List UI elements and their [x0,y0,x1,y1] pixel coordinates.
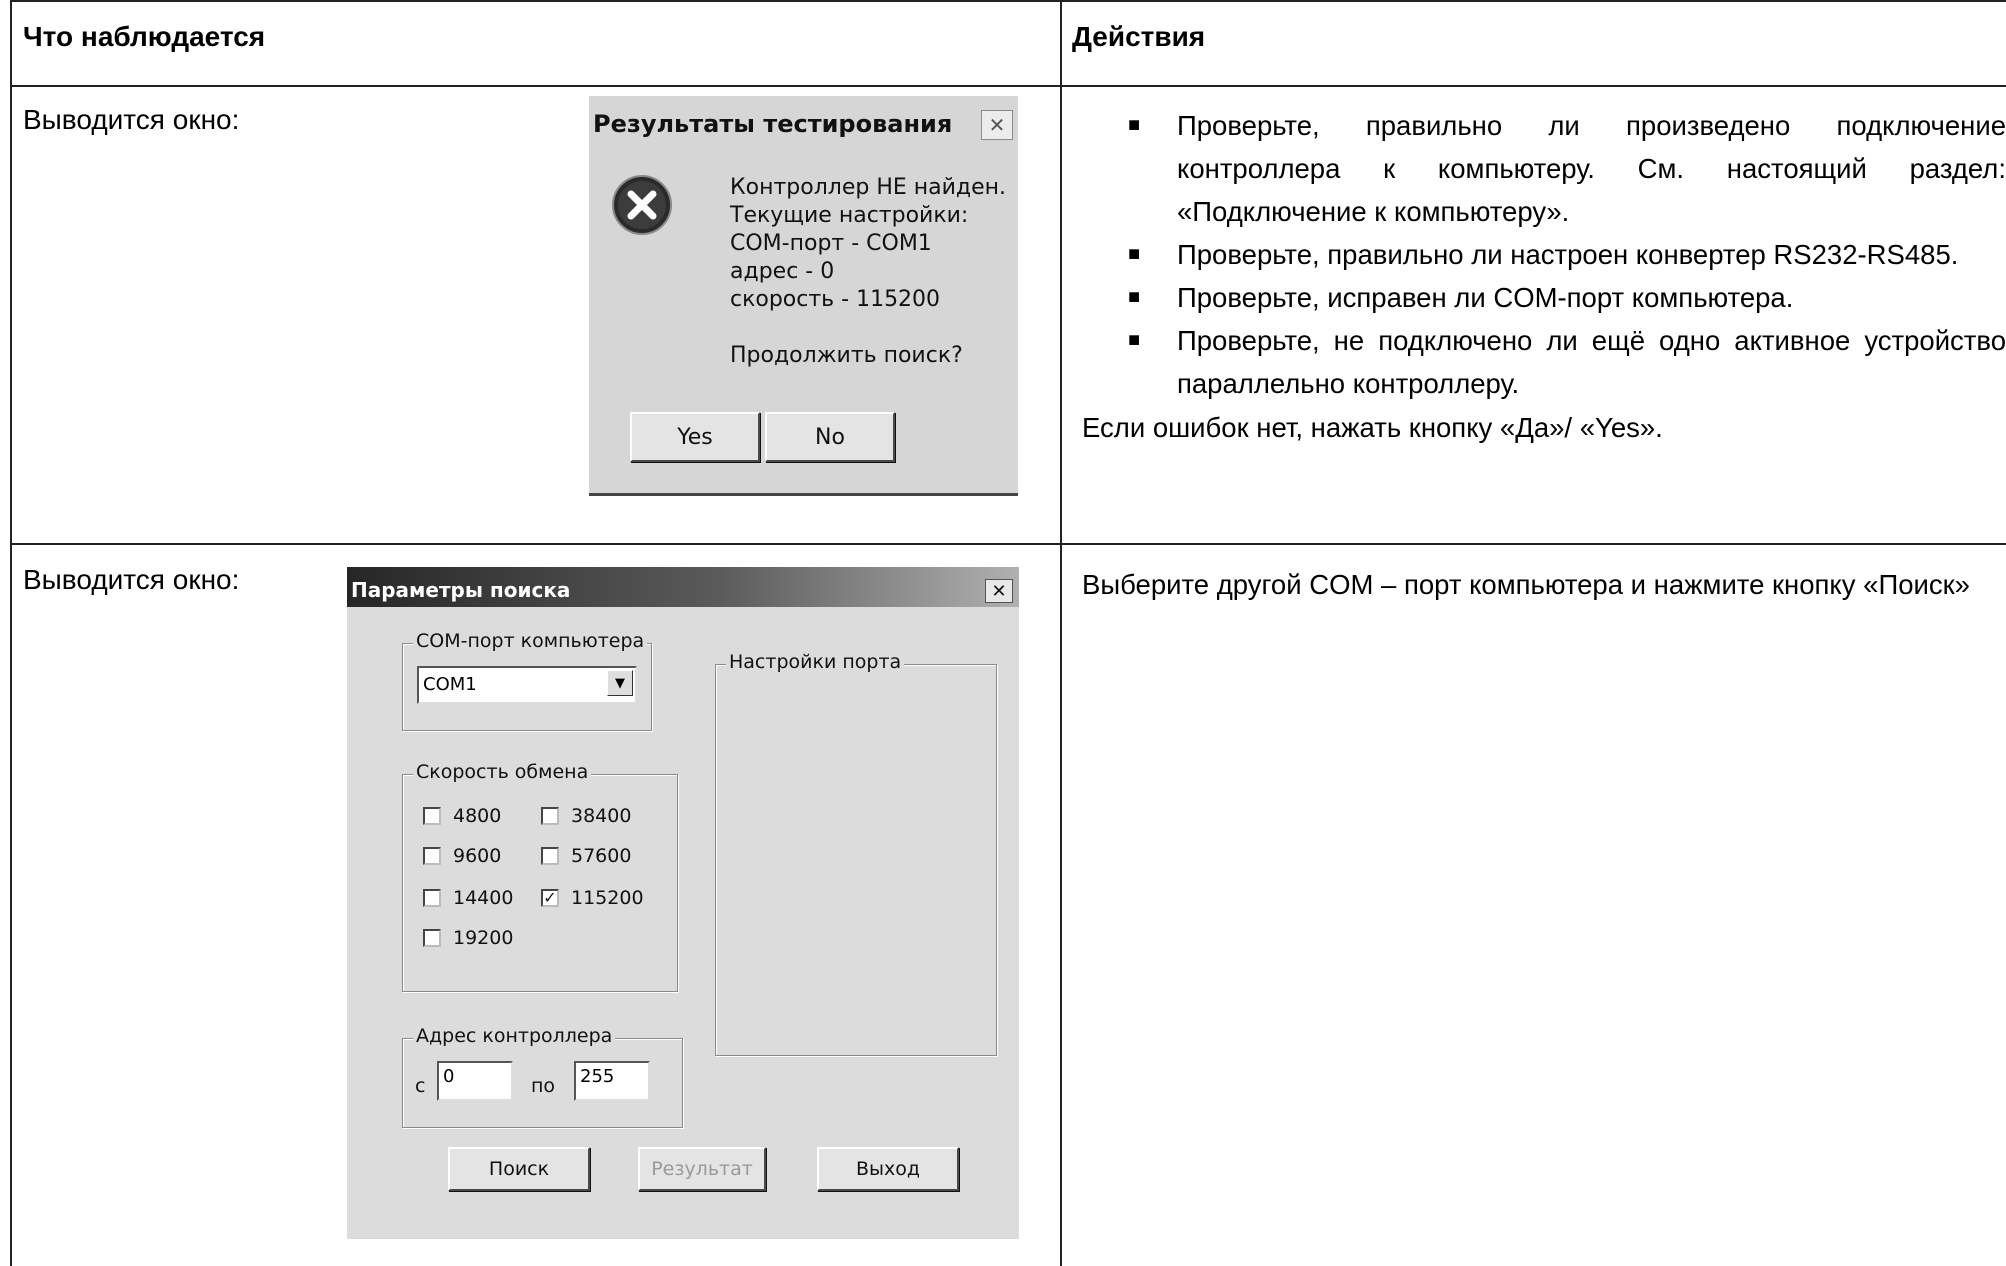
message-line: Продолжить поиск? [730,343,963,368]
row1-actions: ■ Проверьте, правильно ли произведено под… [1082,104,2006,449]
chevron-down-icon[interactable]: ▼ [607,670,633,696]
speed-label: 38400 [571,805,632,827]
address-from-input[interactable]: 0 [437,1061,513,1101]
checkmark-icon: ✓ [541,889,559,907]
list-item: ■ Проверьте, не подключено ли ещё одно ак… [1082,319,2006,405]
table-column-divider [1060,0,1062,1266]
message-line: Текущие настройки: [730,203,969,228]
speed-label: 14400 [453,887,514,909]
dialog-bottom-border [589,493,1018,496]
com-port-group: COM-порт компьютера COM1 ▼ [402,630,652,731]
list-item: ■ Проверьте, правильно ли настроен конвер… [1082,233,2006,276]
speed-group-label: Скорость обмена [413,761,592,783]
port-settings-group: Настройки порта [715,651,997,1056]
checkbox-icon [541,807,559,825]
speed-label: 57600 [571,845,632,867]
instruction-table: Что наблюдается Действия Выводится окно:… [10,0,2006,1266]
com-port-select[interactable]: COM1 ▼ [417,666,637,704]
address-to-label: по [531,1075,556,1097]
header-actions: Действия [1072,21,1206,52]
checkbox-icon [541,847,559,865]
speed-checkbox-115200[interactable]: ✓ 115200 [541,887,644,909]
result-button[interactable]: Результат [638,1147,766,1191]
address-from-label: с [415,1075,426,1097]
actions-note: Если ошибок нет, нажать кнопку «Да»/ «Ye… [1082,412,1663,443]
speed-checkbox-57600[interactable]: 57600 [541,845,631,867]
message-line: скорость - 115200 [730,287,941,312]
row1-observed-text: Выводится окно: [23,104,240,135]
table-border-top [10,0,2006,2]
bullet-icon: ■ [1128,329,1141,351]
table-row-divider [10,85,2006,87]
list-item-text: Проверьте, правильно ли произведено подк… [1177,110,2006,227]
search-params-title: Параметры поиска [351,578,571,602]
bullet-icon: ■ [1128,114,1141,136]
header-observed: Что наблюдается [23,21,266,52]
address-to-input[interactable]: 255 [574,1061,650,1101]
exit-button[interactable]: Выход [817,1147,959,1191]
checkbox-icon [423,807,441,825]
search-params-dialog: Параметры поиска ✕ COM-порт компьютера C… [347,567,1019,1239]
speed-checkbox-4800[interactable]: 4800 [423,805,501,827]
list-item: ■ Проверьте, правильно ли произведено под… [1082,104,2006,233]
list-item-text: Проверьте, исправен ли COM-порт компьюте… [1177,282,1794,313]
error-icon [612,175,672,235]
table-row-divider [10,543,2006,545]
table-border-left [10,0,12,1266]
speed-checkbox-19200[interactable]: 19200 [423,927,513,949]
no-button[interactable]: No [765,412,895,462]
speed-checkbox-9600[interactable]: 9600 [423,845,501,867]
speed-label: 4800 [453,805,502,827]
row2-observed-text: Выводится окно: [23,564,240,595]
address-group: Адрес контроллера с 0 по 255 [402,1025,683,1128]
list-item-text: Проверьте, не подключено ли ещё одно акт… [1177,325,2006,399]
port-settings-group-label: Настройки порта [726,651,905,673]
yes-button[interactable]: Yes [630,412,760,462]
speed-label: 115200 [571,887,644,909]
results-dialog: Результаты тестирования ✕ Контроллер НЕ … [589,96,1018,496]
list-item-text: Проверьте, правильно ли настроен конверт… [1177,239,1959,270]
row2-actions: Выберите другой COM – порт компьютера и … [1082,569,1970,600]
speed-checkbox-38400[interactable]: 38400 [541,805,631,827]
list-item: ■ Проверьте, исправен ли COM-порт компьют… [1082,276,2006,319]
bullet-icon: ■ [1128,286,1141,308]
message-line: адрес - 0 [730,259,835,284]
checkbox-icon [423,929,441,947]
close-icon[interactable]: ✕ [981,110,1013,140]
checkbox-icon [423,889,441,907]
actions-list: ■ Проверьте, правильно ли произведено под… [1082,104,2006,405]
message-line: COM-порт - COM1 [730,231,932,256]
message-line: Контроллер НЕ найден. [730,175,1007,200]
speed-label: 19200 [453,927,514,949]
bullet-icon: ■ [1128,243,1141,265]
search-button[interactable]: Поиск [448,1147,590,1191]
close-icon[interactable]: ✕ [985,579,1013,603]
speed-checkbox-14400[interactable]: 14400 [423,887,513,909]
com-port-group-label: COM-порт компьютера [413,630,648,652]
address-group-label: Адрес контроллера [413,1025,616,1047]
speed-group: Скорость обмена 4800 38400 9600 57600 14… [402,761,678,992]
speed-label: 9600 [453,845,502,867]
results-dialog-message: Контроллер НЕ найден. Текущие настройки:… [730,174,1006,370]
com-port-value: COM1 [423,674,477,695]
checkbox-icon [423,847,441,865]
results-dialog-title: Результаты тестирования [593,110,953,138]
